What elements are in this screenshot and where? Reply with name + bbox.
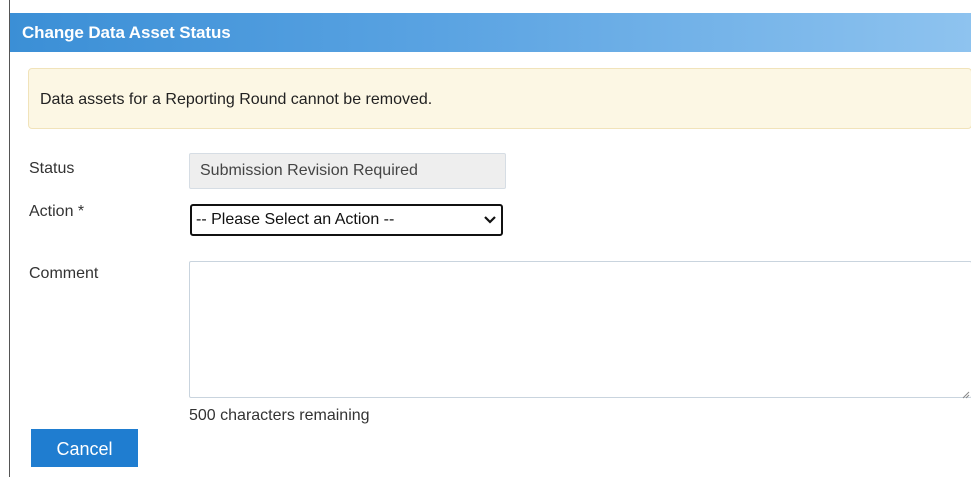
characters-remaining: 500 characters remaining [189, 407, 370, 424]
warning-alert: Data assets for a Reporting Round cannot… [28, 68, 971, 129]
cancel-button[interactable]: Cancel [31, 429, 138, 467]
comment-label: Comment [29, 265, 99, 282]
status-label: Status [29, 160, 75, 177]
action-select[interactable]: -- Please Select an Action -- [190, 204, 503, 236]
chevron-down-icon [483, 206, 497, 234]
action-select-value: -- Please Select an Action -- [196, 211, 395, 228]
comment-textarea[interactable] [189, 261, 971, 399]
action-label: Action * [29, 203, 85, 220]
dialog-title: Change Data Asset Status [10, 13, 971, 52]
change-status-dialog: Change Data Asset Status Data assets for… [9, 0, 971, 477]
resize-handle-icon[interactable] [960, 386, 970, 399]
status-value-field: Submission Revision Required [189, 153, 506, 189]
